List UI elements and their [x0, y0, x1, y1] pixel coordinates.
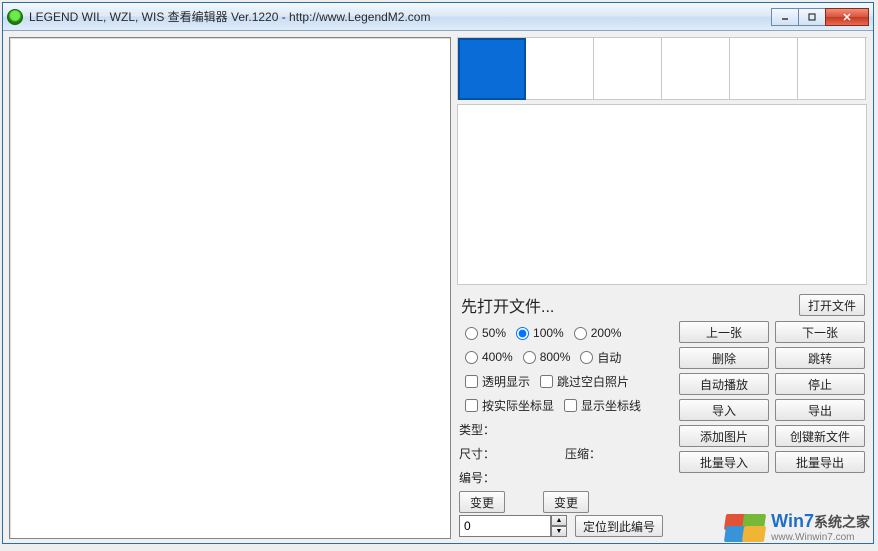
check-transparent[interactable]: 透明显示	[459, 373, 530, 390]
check-real-coord[interactable]: 按实际坐标显	[459, 397, 554, 414]
thumbnail-item[interactable]	[798, 38, 866, 100]
label-size: 尺寸：	[459, 445, 511, 462]
index-spinner[interactable]: ▲ ▼	[459, 515, 567, 537]
thumbnail-strip	[457, 37, 867, 100]
next-button[interactable]: 下一张	[775, 321, 865, 343]
open-file-prompt: 先打开文件...	[459, 293, 799, 317]
maximize-button[interactable]	[798, 8, 826, 26]
import-button[interactable]: 导入	[679, 399, 769, 421]
stop-button[interactable]: 停止	[775, 373, 865, 395]
jump-button[interactable]: 跳转	[775, 347, 865, 369]
open-file-button[interactable]: 打开文件	[799, 294, 865, 316]
main-preview-pane	[9, 37, 451, 539]
spinner-up-icon[interactable]: ▲	[551, 515, 567, 526]
export-button[interactable]: 导出	[775, 399, 865, 421]
label-compress: 压缩：	[565, 445, 601, 462]
control-panel: 先打开文件... 打开文件 50% 100% 200% 400% 800%	[457, 289, 867, 539]
zoom-200[interactable]: 200%	[568, 326, 622, 340]
close-button[interactable]	[825, 8, 869, 26]
new-file-button[interactable]: 创键新文件	[775, 425, 865, 447]
secondary-preview	[457, 104, 867, 285]
zoom-row-2: 400% 800% 自动	[459, 345, 679, 369]
batch-import-button[interactable]: 批量导入	[679, 451, 769, 473]
titlebar: LEGEND WIL, WZL, WIS 查看编辑器 Ver.1220 - ht…	[3, 3, 873, 31]
zoom-400[interactable]: 400%	[459, 350, 513, 364]
batch-export-button[interactable]: 批量导出	[775, 451, 865, 473]
label-type: 类型：	[459, 421, 511, 438]
label-index: 编号：	[459, 469, 511, 486]
change-compress-button[interactable]: 变更	[543, 491, 589, 513]
zoom-800[interactable]: 800%	[517, 350, 571, 364]
delete-button[interactable]: 删除	[679, 347, 769, 369]
index-input[interactable]	[459, 515, 551, 537]
spinner-down-icon[interactable]: ▼	[551, 526, 567, 537]
window-title: LEGEND WIL, WZL, WIS 查看编辑器 Ver.1220 - ht…	[29, 8, 430, 25]
change-size-button[interactable]: 变更	[459, 491, 505, 513]
thumbnail-item[interactable]	[730, 38, 798, 100]
right-column: 先打开文件... 打开文件 50% 100% 200% 400% 800%	[457, 37, 867, 539]
thumbnail-item[interactable]	[458, 38, 526, 100]
client-area: 先打开文件... 打开文件 50% 100% 200% 400% 800%	[3, 31, 873, 543]
app-icon	[7, 9, 23, 25]
thumbnail-item[interactable]	[526, 38, 594, 100]
zoom-auto[interactable]: 自动	[574, 349, 621, 366]
app-window: LEGEND WIL, WZL, WIS 查看编辑器 Ver.1220 - ht…	[2, 2, 874, 544]
window-controls	[772, 8, 869, 26]
autoplay-button[interactable]: 自动播放	[679, 373, 769, 395]
add-image-button[interactable]: 添加图片	[679, 425, 769, 447]
prev-button[interactable]: 上一张	[679, 321, 769, 343]
minimize-button[interactable]	[771, 8, 799, 26]
check-skip-blank[interactable]: 跳过空白照片	[534, 373, 629, 390]
zoom-row-1: 50% 100% 200%	[459, 321, 679, 345]
thumbnail-item[interactable]	[662, 38, 730, 100]
zoom-100[interactable]: 100%	[510, 326, 564, 340]
thumbnail-item[interactable]	[594, 38, 662, 100]
locate-button[interactable]: 定位到此编号	[575, 515, 663, 537]
check-show-grid[interactable]: 显示坐标线	[558, 397, 641, 414]
zoom-50[interactable]: 50%	[459, 326, 506, 340]
